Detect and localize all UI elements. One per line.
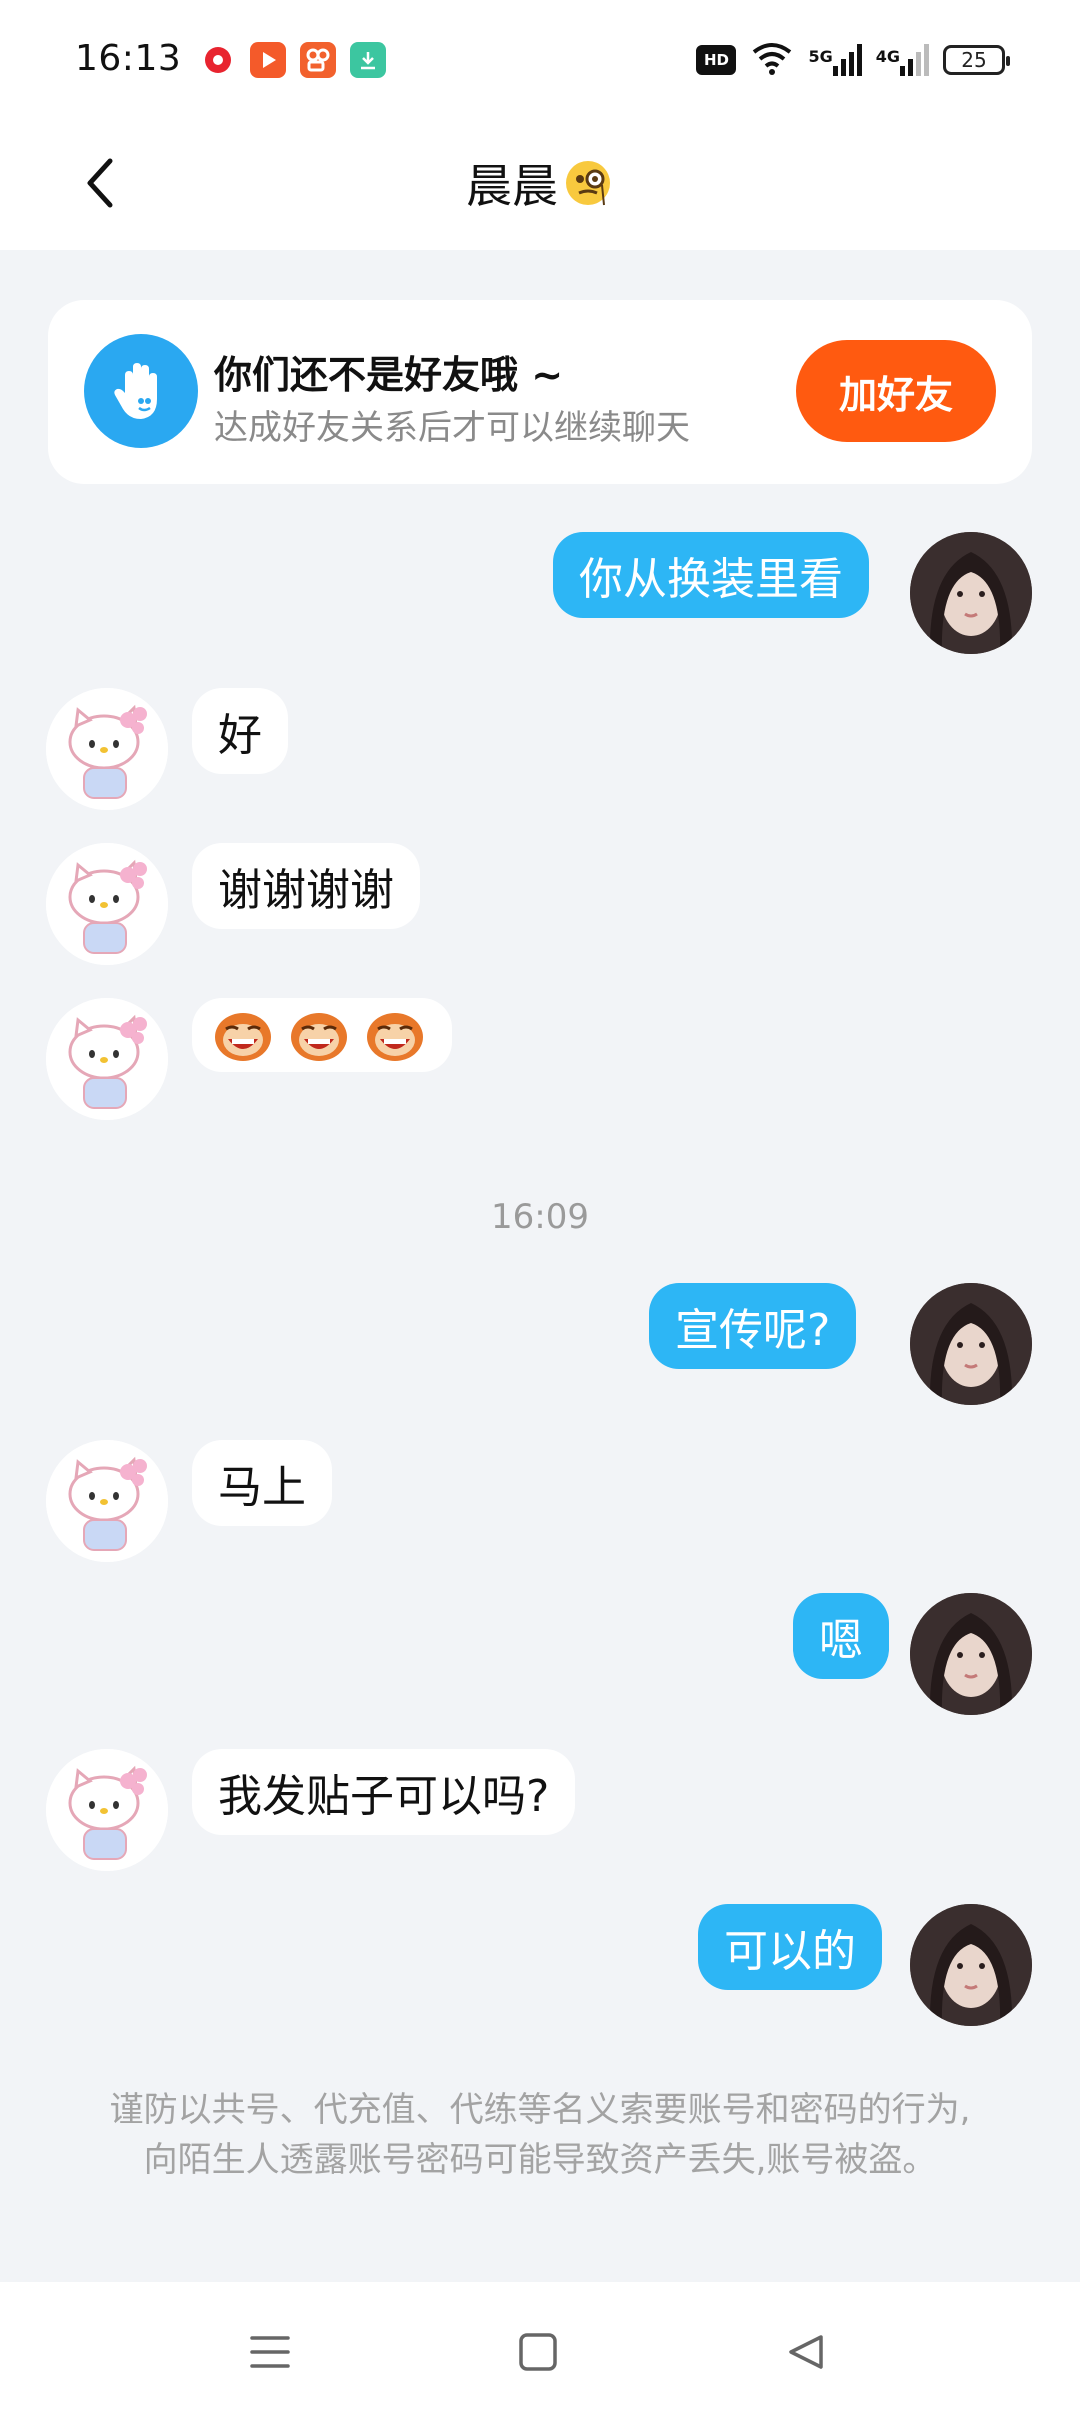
hd-badge: HD	[696, 45, 737, 75]
kuai-app-icon	[300, 42, 336, 78]
menu-icon	[250, 2336, 290, 2368]
add-friend-button[interactable]: 加好友	[796, 340, 996, 442]
contact-avatar[interactable]	[46, 1749, 168, 1871]
contact-name: 晨晨	[466, 159, 558, 213]
message-bubble-incoming[interactable]: 我发贴子可以吗?	[192, 1749, 576, 1835]
wifi-icon	[750, 40, 794, 80]
message-timestamp: 16:09	[491, 1197, 589, 1237]
my-avatar[interactable]	[910, 1904, 1032, 2026]
chat-title[interactable]: 晨晨	[466, 150, 614, 216]
status-time: 16:13	[75, 38, 182, 79]
message-bubble-incoming[interactable]: 马上	[192, 1440, 332, 1526]
title-container: 晨晨	[0, 150, 1080, 216]
friend-card-title: 你们还不是好友哦 ~	[214, 353, 564, 397]
friend-card-subtitle: 达成好友关系后才可以继续聊天	[214, 408, 690, 448]
my-avatar[interactable]	[910, 532, 1032, 654]
system-back-button[interactable]	[776, 2322, 836, 2382]
download-icon	[350, 42, 386, 78]
signal-bars-icon	[900, 44, 929, 76]
message-bubble-outgoing[interactable]: 可以的	[698, 1904, 882, 1990]
notification-icons	[200, 42, 386, 78]
message-bubble-outgoing[interactable]: 宣传呢?	[649, 1283, 857, 1369]
chat-screen: 16:13 HD 5G 4G 25 晨晨 你们还不是好友哦 ~ 达成好友关系后才…	[0, 0, 1080, 2412]
net-4g-label: 4G	[875, 47, 900, 66]
play-app-icon	[250, 42, 286, 78]
contact-avatar[interactable]	[46, 998, 168, 1120]
message-bubble-outgoing[interactable]: 你从换装里看	[553, 532, 869, 618]
hello-kitty-avatar-icon	[46, 688, 168, 810]
hello-kitty-avatar-icon	[46, 843, 168, 965]
my-avatar[interactable]	[910, 1593, 1032, 1715]
message-bubble-stickers[interactable]	[192, 998, 452, 1072]
my-avatar[interactable]	[910, 1283, 1032, 1405]
hello-kitty-avatar-icon	[46, 1440, 168, 1562]
signal-4g: 4G	[876, 44, 929, 76]
contact-avatar[interactable]	[46, 688, 168, 810]
contact-avatar[interactable]	[46, 843, 168, 965]
friend-request-card: 你们还不是好友哦 ~ 达成好友关系后才可以继续聊天 加好友	[48, 300, 1032, 484]
back-triangle-icon	[789, 2335, 823, 2369]
home-square-icon	[519, 2333, 557, 2371]
hand-icon	[84, 334, 198, 448]
battery-level: 25	[961, 48, 987, 72]
net-5g-label: 5G	[808, 47, 833, 66]
system-indicators: HD 5G 4G 25	[696, 40, 1010, 80]
message-bubble-incoming[interactable]: 谢谢谢谢	[192, 843, 420, 929]
home-button[interactable]	[508, 2322, 568, 2382]
avatar-photo	[910, 1283, 1032, 1405]
battery-icon: 25	[943, 45, 1010, 75]
hello-kitty-avatar-icon	[46, 998, 168, 1120]
menu-button[interactable]	[240, 2322, 300, 2382]
monkey-laugh-sticker	[215, 1013, 271, 1061]
monkey-laugh-sticker	[367, 1013, 423, 1061]
status-bar: 16:13 HD 5G 4G 25	[0, 0, 1080, 120]
avatar-photo	[910, 1904, 1032, 2026]
security-warning: 谨防以共号、代充值、代练等名义索要账号和密码的行为,向陌生人透露账号密码可能导致…	[109, 2090, 971, 2180]
message-bubble-incoming[interactable]: 好	[192, 688, 288, 774]
avatar-photo	[910, 532, 1032, 654]
monocle-face-emoji	[566, 161, 610, 206]
monkey-laugh-sticker	[291, 1013, 347, 1061]
system-nav-bar	[0, 2282, 1080, 2412]
signal-bars-icon	[832, 44, 862, 76]
avatar-photo	[910, 1593, 1032, 1715]
hello-kitty-avatar-icon	[46, 1749, 168, 1871]
record-app-icon	[200, 42, 236, 78]
signal-5g: 5G	[808, 44, 862, 76]
contact-avatar[interactable]	[46, 1440, 168, 1562]
message-bubble-outgoing[interactable]: 嗯	[793, 1593, 889, 1679]
chat-header: 晨晨	[0, 120, 1080, 250]
